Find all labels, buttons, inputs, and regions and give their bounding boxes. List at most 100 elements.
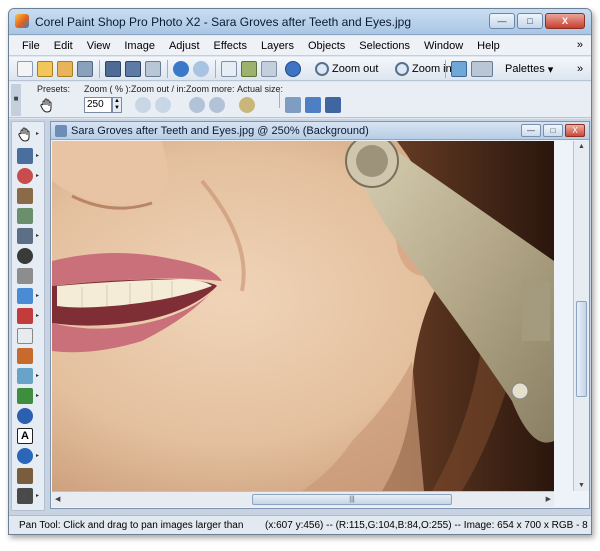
freehand-selection-icon[interactable] xyxy=(17,268,33,284)
cut-icon[interactable] xyxy=(221,61,237,77)
image-canvas[interactable] xyxy=(52,141,554,491)
photo-closeup xyxy=(52,141,554,491)
zoom-spinner[interactable]: ▲ ▼ xyxy=(112,97,122,113)
magnifier-minus-icon xyxy=(315,62,329,76)
menu-edit[interactable]: Edit xyxy=(47,40,80,52)
paste-icon[interactable] xyxy=(261,61,277,77)
document-close-button[interactable]: X xyxy=(565,124,585,137)
browse-icon[interactable] xyxy=(57,61,73,77)
paint-shop-pro-icon xyxy=(15,14,29,28)
scroll-left-icon[interactable]: ◀ xyxy=(55,495,60,503)
menu-adjust[interactable]: Adjust xyxy=(162,40,207,52)
lighten-darken-icon[interactable] xyxy=(17,368,33,384)
move-tool-flyout-icon[interactable]: ▸ xyxy=(36,232,42,240)
save-as-icon[interactable] xyxy=(125,61,141,77)
horizontal-scroll-thumb[interactable]: ||| xyxy=(252,494,452,505)
scan-icon[interactable] xyxy=(77,61,93,77)
scroll-up-icon[interactable]: ▲ xyxy=(578,143,585,150)
zoom-percent-input[interactable]: 250 xyxy=(84,97,112,113)
zoom-out-button[interactable]: Zoom out xyxy=(315,61,378,77)
redo-icon[interactable] xyxy=(193,61,209,77)
lighten-darken-flyout-icon[interactable]: ▸ xyxy=(36,372,42,380)
selection-tool-icon[interactable] xyxy=(17,248,33,264)
info-icon[interactable] xyxy=(285,61,301,77)
warp-brush-flyout-icon[interactable]: ▸ xyxy=(36,492,42,500)
flood-fill-flyout-icon[interactable]: ▸ xyxy=(36,392,42,400)
vertical-scroll-thumb[interactable] xyxy=(576,301,587,397)
zoom-in-small-icon[interactable] xyxy=(155,97,171,113)
document-titlebar[interactable]: Sara Groves after Teeth and Eyes.jpg @ 2… xyxy=(51,122,589,140)
pick-tool-icon[interactable] xyxy=(17,148,33,164)
red-eye-tool-icon[interactable] xyxy=(17,168,33,184)
preset-shape-flyout-icon[interactable]: ▸ xyxy=(36,452,42,460)
full-screen-icon[interactable] xyxy=(451,61,467,77)
magic-wand-flyout-icon[interactable]: ▸ xyxy=(36,292,42,300)
save-icon[interactable] xyxy=(105,61,121,77)
scroll-right-icon[interactable]: ▶ xyxy=(546,495,551,503)
maximize-button[interactable]: □ xyxy=(517,13,543,29)
menu-overflow-icon[interactable]: » xyxy=(577,39,583,51)
document-minimize-button[interactable]: — xyxy=(521,124,541,137)
move-tool-icon[interactable] xyxy=(17,228,33,244)
text-tool-icon[interactable]: A xyxy=(17,428,33,444)
menu-image[interactable]: Image xyxy=(117,40,162,52)
pan-hand-icon[interactable] xyxy=(39,97,55,113)
crop-tool-icon[interactable] xyxy=(17,208,33,224)
zoom-more-out-icon[interactable] xyxy=(189,97,205,113)
close-button[interactable]: X xyxy=(545,13,585,29)
color-changer-icon[interactable] xyxy=(17,408,33,424)
pan-tool-icon[interactable] xyxy=(17,126,33,142)
menu-layers[interactable]: Layers xyxy=(254,40,301,52)
actual-size-icon[interactable] xyxy=(239,97,255,113)
menu-help[interactable]: Help xyxy=(470,40,507,52)
pan-tool-flyout-icon[interactable]: ▸ xyxy=(36,130,42,138)
magnifier-plus-icon xyxy=(395,62,409,76)
menu-window[interactable]: Window xyxy=(417,40,470,52)
red-eye-tool-flyout-icon[interactable]: ▸ xyxy=(36,172,42,180)
print-icon[interactable] xyxy=(471,61,493,77)
warp-brush-icon[interactable] xyxy=(17,488,33,504)
pen-tool-icon[interactable] xyxy=(17,468,33,484)
toolbar-overflow-icon[interactable]: » xyxy=(577,61,583,77)
tool-options-bar: ■ Presets: Zoom ( % ): 250 ▲ ▼ Zoom out /… xyxy=(9,82,591,118)
menu-view[interactable]: View xyxy=(80,40,118,52)
window-title: Corel Paint Shop Pro Photo X2 - Sara Gro… xyxy=(35,15,411,29)
minimize-button[interactable]: — xyxy=(489,13,515,29)
menu-objects[interactable]: Objects xyxy=(301,40,352,52)
open-folder-icon[interactable] xyxy=(37,61,53,77)
palettes-label: Palettes xyxy=(505,63,545,75)
pick-tool-flyout-icon[interactable]: ▸ xyxy=(36,152,42,160)
horizontal-scrollbar[interactable]: ◀ ||| ▶ xyxy=(52,491,554,507)
document-title: Sara Groves after Teeth and Eyes.jpg @ 2… xyxy=(71,125,369,137)
zoom-out-small-icon[interactable] xyxy=(135,97,151,113)
paint-brush-flyout-icon[interactable]: ▸ xyxy=(36,312,42,320)
dropper-tool-icon[interactable] xyxy=(17,188,33,204)
clone-brush-icon[interactable] xyxy=(17,328,33,344)
fit-window-icon[interactable] xyxy=(305,97,321,113)
paint-brush-icon[interactable] xyxy=(17,308,33,324)
scroll-down-icon[interactable]: ▼ xyxy=(578,482,585,489)
tool-hint-text: Pan Tool: Click and drag to pan images l… xyxy=(19,520,244,531)
email-icon[interactable] xyxy=(145,61,161,77)
menu-selections[interactable]: Selections xyxy=(352,40,417,52)
zoom-more-in-icon[interactable] xyxy=(209,97,225,113)
new-file-icon[interactable] xyxy=(17,61,33,77)
dodge-brush-icon[interactable] xyxy=(17,348,33,364)
zoom-more-label: Zoom more: xyxy=(186,84,235,94)
menu-file[interactable]: File xyxy=(15,40,47,52)
zoom-percent-label: Zoom ( % ): xyxy=(84,84,132,94)
vertical-scrollbar[interactable]: ▲ ▼ xyxy=(573,141,589,491)
zoom-in-button[interactable]: Zoom in xyxy=(395,61,452,77)
fit-image-icon[interactable] xyxy=(325,97,341,113)
copy-icon[interactable] xyxy=(241,61,257,77)
magic-wand-icon[interactable] xyxy=(17,288,33,304)
titlebar[interactable]: Corel Paint Shop Pro Photo X2 - Sara Gro… xyxy=(9,9,591,35)
flood-fill-icon[interactable] xyxy=(17,388,33,404)
undo-icon[interactable] xyxy=(173,61,189,77)
preset-shape-icon[interactable] xyxy=(17,448,33,464)
options-grip-handle[interactable]: ■ xyxy=(11,84,21,116)
menu-effects[interactable]: Effects xyxy=(207,40,254,52)
palettes-dropdown[interactable]: Palettes ▾ xyxy=(505,61,553,77)
document-maximize-button[interactable]: □ xyxy=(543,124,563,137)
overview-icon[interactable] xyxy=(285,97,301,113)
